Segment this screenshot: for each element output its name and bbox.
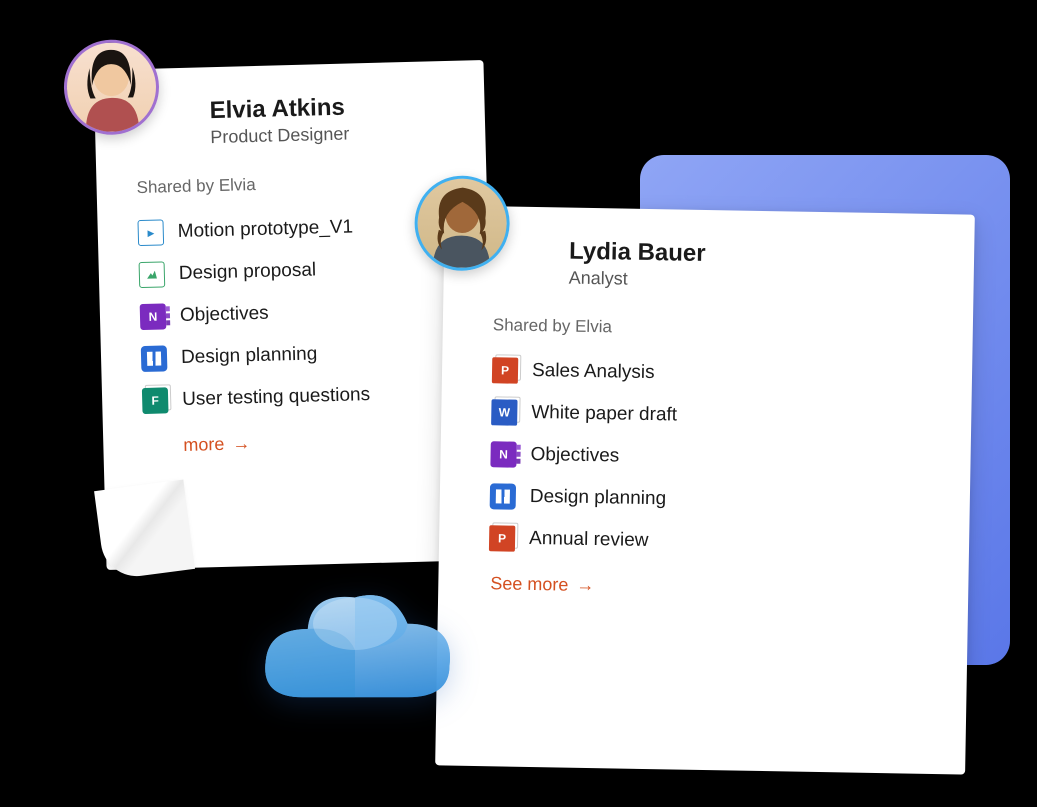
video-icon bbox=[137, 219, 164, 246]
onenote-icon bbox=[140, 303, 167, 330]
file-label: Objectives bbox=[180, 303, 269, 327]
person-role: Analyst bbox=[568, 268, 943, 296]
person-role: Product Designer bbox=[210, 121, 455, 148]
image-icon bbox=[139, 261, 166, 288]
arrow-right-icon: → bbox=[232, 433, 251, 454]
word-icon bbox=[491, 399, 517, 425]
person-name: Lydia Bauer bbox=[569, 238, 944, 273]
see-more-label: See more bbox=[490, 573, 568, 595]
file-label: Design proposal bbox=[179, 259, 317, 285]
avatar[interactable] bbox=[414, 175, 511, 272]
trello-icon bbox=[490, 483, 516, 509]
file-label: Objectives bbox=[530, 444, 619, 468]
file-label: Design planning bbox=[530, 486, 667, 510]
file-label: Motion prototype_V1 bbox=[178, 216, 354, 243]
file-list: Sales Analysis White paper draft Objecti… bbox=[489, 349, 943, 567]
file-label: White paper draft bbox=[531, 402, 677, 427]
profile-card-elvia: Elvia Atkins Product Designer Shared by … bbox=[94, 60, 497, 570]
see-more-label: more bbox=[183, 434, 225, 456]
powerpoint-icon bbox=[492, 357, 518, 383]
file-item[interactable]: User testing questions bbox=[142, 372, 463, 422]
file-item[interactable]: Annual review bbox=[489, 517, 940, 567]
file-label: Sales Analysis bbox=[532, 360, 655, 384]
file-label: Annual review bbox=[529, 528, 649, 552]
person-name: Elvia Atkins bbox=[209, 91, 455, 125]
card-header: Elvia Atkins Product Designer bbox=[209, 91, 455, 148]
file-label: Design planning bbox=[181, 343, 318, 369]
onenote-icon bbox=[490, 441, 516, 467]
card-header: Lydia Bauer Analyst bbox=[568, 238, 944, 296]
file-label: User testing questions bbox=[182, 384, 371, 411]
arrow-right-icon: → bbox=[576, 575, 594, 596]
avatar[interactable] bbox=[63, 38, 160, 135]
see-more-link[interactable]: more → bbox=[183, 433, 251, 456]
trello-icon bbox=[141, 345, 168, 372]
shared-by-label: Shared by Elvia bbox=[493, 315, 943, 343]
powerpoint-icon bbox=[489, 525, 515, 551]
see-more-link[interactable]: See more → bbox=[490, 573, 594, 596]
shared-by-label: Shared by Elvia bbox=[136, 170, 456, 198]
profile-card-lydia: Lydia Bauer Analyst Shared by Elvia Sale… bbox=[435, 205, 975, 774]
cloud-icon bbox=[250, 570, 460, 730]
file-list: Motion prototype_V1 Design proposal Obje… bbox=[137, 204, 462, 422]
forms-icon bbox=[142, 387, 169, 414]
